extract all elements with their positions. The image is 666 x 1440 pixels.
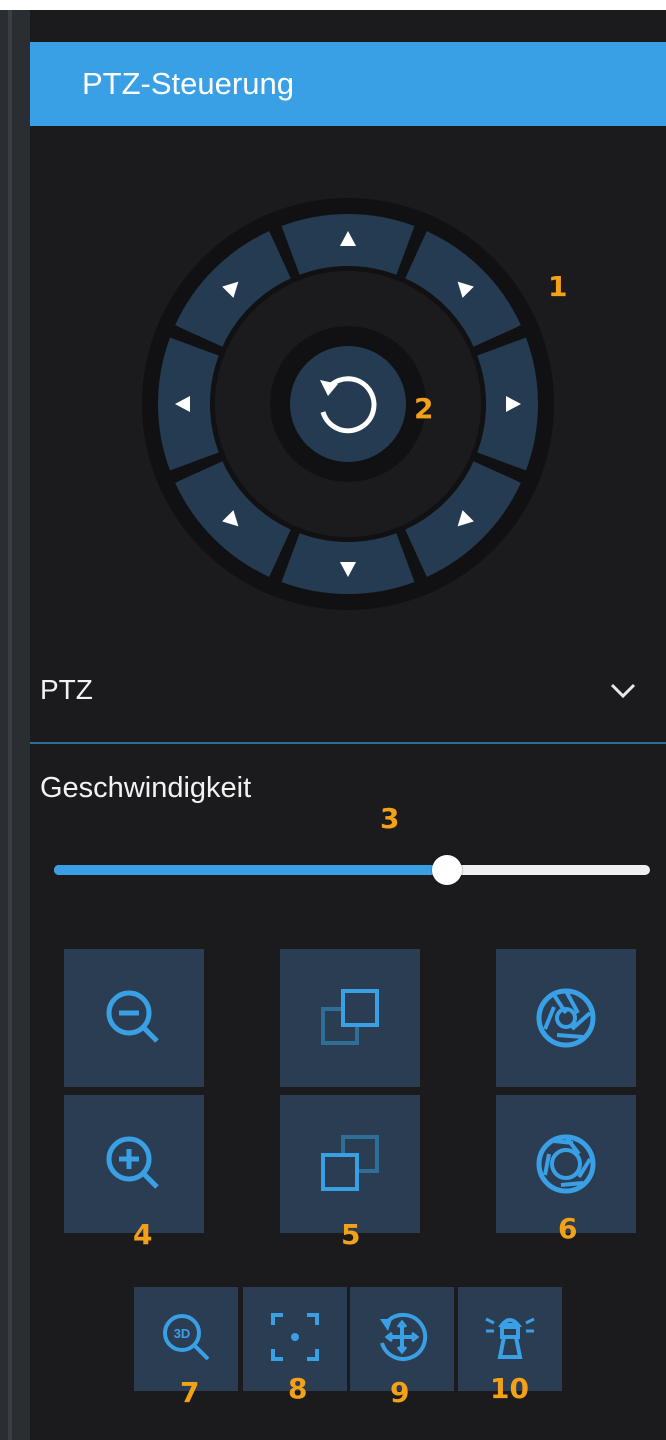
speed-slider[interactable] — [54, 855, 650, 885]
callout-8: 8 — [288, 1372, 308, 1405]
joystick-svg — [142, 198, 554, 610]
callout-3: 3 — [380, 802, 400, 835]
callout-2: 2 — [414, 392, 434, 425]
ptz-joystick — [142, 198, 554, 610]
callout-4: 4 — [133, 1218, 153, 1251]
zoom-in-icon — [106, 1136, 159, 1189]
iris-close-icon — [536, 988, 596, 1048]
focus-near-button[interactable] — [280, 1095, 420, 1233]
left-sidebar — [0, 10, 30, 1440]
mode-dropdown[interactable]: PTZ — [30, 662, 666, 742]
focus-far-icon — [321, 989, 379, 1045]
callout-1: 1 — [548, 270, 568, 303]
3d-positioning-icon: 3D — [163, 1314, 210, 1361]
callout-7: 7 — [180, 1376, 200, 1409]
callout-6: 6 — [558, 1212, 578, 1245]
slider-fill — [54, 865, 448, 875]
iris-open-icon — [536, 1134, 596, 1194]
zoom-out-icon — [106, 990, 159, 1043]
callout-10: 10 — [490, 1372, 529, 1405]
slider-thumb[interactable] — [432, 855, 463, 885]
panel-header: PTZ-Steuerung — [30, 42, 666, 126]
ptz-left-button[interactable] — [158, 337, 219, 471]
top-strip — [0, 0, 666, 10]
light-icon — [485, 1317, 535, 1359]
sidebar-edge — [8, 10, 12, 1440]
focus-near-icon — [321, 1135, 379, 1191]
callout-5: 5 — [341, 1218, 361, 1251]
chevron-down-icon — [610, 683, 636, 699]
speed-label: Geschwindigkeit — [40, 772, 252, 804]
auto-scan-icon — [380, 1313, 428, 1361]
svg-text:3D: 3D — [174, 1326, 191, 1341]
reset-button[interactable] — [290, 346, 406, 462]
callout-9: 9 — [390, 1376, 410, 1409]
mode-label: PTZ — [40, 674, 93, 705]
ptz-up-button[interactable] — [281, 214, 415, 275]
mode-divider — [30, 742, 666, 744]
panel-title: PTZ-Steuerung — [82, 66, 294, 101]
zoom-in-button[interactable] — [64, 1095, 204, 1233]
zoom-out-button[interactable] — [64, 949, 204, 1087]
reset-button-bg[interactable] — [290, 346, 406, 462]
focus-far-button[interactable] — [280, 949, 420, 1087]
iris-close-button[interactable] — [496, 949, 636, 1087]
center-focus-icon — [271, 1313, 319, 1361]
ptz-right-button[interactable] — [477, 337, 538, 471]
ptz-down-button[interactable] — [281, 533, 415, 594]
